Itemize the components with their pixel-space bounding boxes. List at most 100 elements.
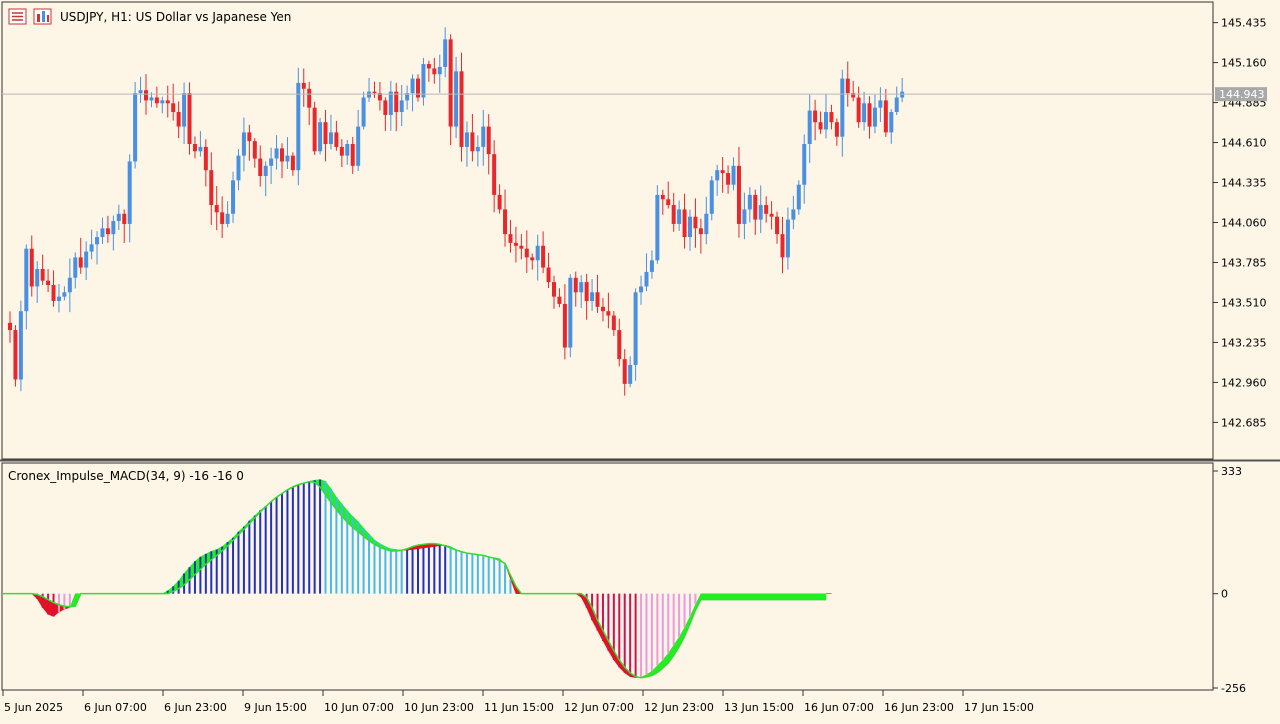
candle-body (633, 292, 638, 365)
chart-window[interactable]: 145.435 145.160 144.885 144.610 144.335 144.0… (0, 0, 1280, 720)
candle-body (720, 170, 725, 174)
price-tick-label: 143.235 (1221, 336, 1267, 349)
candle-body (573, 277, 578, 293)
candle-body (470, 132, 475, 152)
candle-body (116, 213, 121, 222)
candle-body (802, 144, 807, 185)
candle-body (595, 292, 600, 307)
price-tick-label: 145.435 (1221, 17, 1267, 30)
candle-body (780, 234, 785, 258)
candle-body (671, 205, 676, 224)
candle-body (834, 122, 839, 137)
candle-body (301, 82, 306, 89)
candle-body (590, 292, 595, 302)
candle-body (51, 285, 56, 302)
candle-body (13, 330, 18, 380)
candle-body (225, 213, 230, 224)
candle-body (290, 155, 295, 171)
candle-body (312, 107, 317, 152)
candle-body (715, 170, 720, 181)
candle-body (361, 97, 366, 127)
candle-body (769, 213, 774, 217)
candle-body (144, 90, 148, 101)
candle-body (600, 306, 605, 312)
candle-body (394, 91, 399, 113)
candle-body (775, 216, 780, 235)
candle-body (18, 311, 23, 380)
candle-body (318, 122, 323, 152)
candle-body (350, 144, 355, 166)
candle-body (231, 180, 236, 214)
candle-body (584, 282, 589, 302)
price-tick-label: 144.610 (1221, 137, 1267, 150)
candle-body (606, 311, 611, 316)
candle-body (481, 126, 486, 147)
candle-body (8, 322, 12, 331)
impulse-fill (793, 593, 800, 600)
candle-body (704, 213, 709, 235)
chart-list-icon[interactable] (8, 8, 27, 25)
candle-body (383, 100, 388, 115)
candle-body (747, 194, 752, 210)
candle-body (214, 205, 219, 213)
time-tick-label: 9 Jun 15:00 (244, 701, 307, 714)
candle-body (285, 155, 290, 162)
indicator-tick-label: -256 (1221, 682, 1246, 695)
impulse-fill (706, 593, 713, 600)
impulse-fill (716, 593, 723, 600)
impulse-fill (765, 593, 772, 600)
candle-body (829, 112, 834, 123)
chart-type-icon[interactable] (33, 8, 52, 25)
candle-body (628, 364, 633, 384)
candle-body (731, 165, 736, 185)
candle-body (209, 170, 214, 206)
impulse-fill (776, 593, 783, 600)
candle-body (252, 141, 257, 159)
candle-body (862, 103, 867, 123)
window-background (0, 0, 1280, 720)
current-price-label: 144.943 (1219, 88, 1265, 101)
candle-body (807, 110, 812, 145)
time-tick-label: 10 Jun 07:00 (324, 701, 394, 714)
candle-body (840, 78, 845, 137)
candle-body (824, 112, 828, 130)
candle-body (666, 199, 671, 206)
impulse-fill (760, 593, 767, 600)
candle-body (568, 277, 573, 348)
candle-body (149, 97, 154, 101)
candle-body (639, 286, 644, 293)
candle-body (454, 71, 459, 127)
candle-body (356, 126, 361, 166)
indicator-tick-label: 333 (1221, 465, 1242, 478)
candle-body (274, 148, 279, 159)
candle-body (644, 271, 649, 287)
candle-body (475, 146, 480, 152)
candle-body (339, 146, 344, 156)
candle-body (742, 209, 747, 224)
time-tick-label: 16 Jun 23:00 (884, 701, 954, 714)
impulse-fill (733, 593, 740, 600)
candle-body (878, 100, 883, 108)
candle-body (241, 132, 246, 156)
candle-body (263, 165, 268, 176)
candle-body (198, 146, 203, 152)
candle-body (867, 103, 872, 127)
candle-body (388, 91, 393, 115)
price-tick-label: 142.685 (1221, 416, 1267, 429)
candle-body (709, 180, 714, 214)
candle-body (617, 330, 622, 360)
impulse-fill (771, 593, 778, 600)
candle-body (192, 144, 197, 152)
impulse-fill (787, 593, 794, 600)
candle-body (557, 296, 562, 304)
candle-body (437, 66, 442, 75)
impulse-fill (744, 593, 751, 600)
candle-body (247, 132, 252, 142)
candle-body (40, 269, 45, 281)
candle-body (24, 248, 29, 312)
candle-body (530, 257, 535, 261)
candle-body (688, 216, 692, 238)
chart-canvas[interactable]: 145.435145.160144.885144.610144.335144.0… (0, 0, 1280, 720)
candle-body (758, 205, 763, 220)
candle-body (791, 209, 796, 220)
